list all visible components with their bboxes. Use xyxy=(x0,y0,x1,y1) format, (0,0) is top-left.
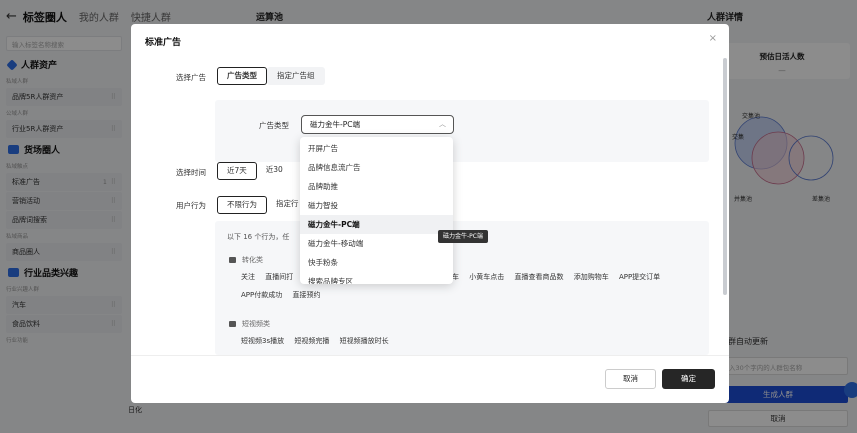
behavior-chip[interactable]: 短视频完播 xyxy=(294,337,329,345)
category-title: 短视频类 xyxy=(242,320,270,328)
option-any-behavior[interactable]: 不限行为 xyxy=(217,196,267,214)
dropdown-option[interactable]: 磁力金牛-移动端 xyxy=(300,234,453,253)
behavior-chips: 短视频3s播放 短视频完播 短视频播放时长 xyxy=(241,336,397,346)
ad-type-dropdown: 开屏广告 品牌信息流广告 品牌助推 磁力智投 磁力金牛-PC端 磁力金牛-移动端… xyxy=(300,137,453,284)
behavior-chip[interactable]: 小黄车点击 xyxy=(469,273,504,281)
chevron-up-icon: ︿ xyxy=(439,120,446,128)
confirm-button[interactable]: 确定 xyxy=(662,369,715,389)
modal-title: 标准广告 xyxy=(145,38,182,48)
ad-type-label: 广告类型 xyxy=(259,121,289,130)
option-30-days[interactable]: 近30 xyxy=(257,162,292,180)
time-label: 选择时间 xyxy=(176,168,206,177)
behavior-chips: 车 小黄车点击 直播查看商品数 添加购物车 APP提交订单 xyxy=(452,272,668,282)
behavior-chip[interactable]: 关注 xyxy=(241,273,255,281)
behavior-chip[interactable]: 添加购物车 xyxy=(574,273,609,281)
category-conversion: 转化类 xyxy=(229,255,263,265)
behavior-chip[interactable]: 车 xyxy=(452,273,459,281)
ad-type-select[interactable]: 磁力金牛-PC端 ︿ xyxy=(301,115,454,134)
behavior-chips: 关注 直播间打 xyxy=(241,272,301,282)
option-tooltip: 磁力金牛-PC端 xyxy=(438,230,488,243)
category-title: 转化类 xyxy=(242,256,263,264)
time-segment: 近7天 近30 xyxy=(217,162,292,180)
behavior-chip[interactable]: 直播间打 xyxy=(265,273,293,281)
ad-type-select-value: 磁力金牛-PC端 xyxy=(310,120,360,129)
behavior-chips: APP付款成功 直接预约 xyxy=(241,290,328,300)
option-7-days[interactable]: 近7天 xyxy=(217,162,257,180)
dropdown-option-selected[interactable]: 磁力金牛-PC端 xyxy=(300,215,453,234)
standard-ad-modal: 标准广告 × 选择广告 广告类型 指定广告组 广告类型 磁力金牛-PC端 ︿ 选… xyxy=(131,24,729,403)
ad-select-segment: 广告类型 指定广告组 xyxy=(217,67,325,85)
cancel-button[interactable]: 取消 xyxy=(605,369,656,389)
video-icon xyxy=(229,321,236,327)
option-ad-group[interactable]: 指定广告组 xyxy=(267,67,325,85)
behavior-chip[interactable]: 直播查看商品数 xyxy=(514,273,563,281)
dropdown-option[interactable]: 快手粉条 xyxy=(300,253,453,272)
dropdown-option[interactable]: 开屏广告 xyxy=(300,139,453,158)
option-ad-type[interactable]: 广告类型 xyxy=(217,67,267,85)
category-short-video: 短视频类 xyxy=(229,319,270,329)
ad-select-label: 选择广告 xyxy=(176,73,206,82)
behavior-label: 用户行为 xyxy=(176,201,206,210)
behavior-segment: 不限行为 指定行 xyxy=(217,196,308,214)
dropdown-option[interactable]: 搜索品牌专区 xyxy=(300,272,453,284)
behavior-chip[interactable]: 直接预约 xyxy=(292,291,320,299)
behavior-intro: 以下 16 个行为，任 xyxy=(227,233,290,241)
behavior-chip[interactable]: 短视频3s播放 xyxy=(241,337,284,345)
dropdown-option[interactable]: 品牌助推 xyxy=(300,177,453,196)
behavior-chip[interactable]: APP提交订单 xyxy=(619,273,660,281)
dropdown-option[interactable]: 磁力智投 xyxy=(300,196,453,215)
ad-type-panel xyxy=(215,100,709,162)
scrollbar[interactable] xyxy=(723,58,727,295)
behavior-chip[interactable]: 短视频播放时长 xyxy=(340,337,389,345)
dropdown-option[interactable]: 品牌信息流广告 xyxy=(300,158,453,177)
behavior-chip[interactable]: APP付款成功 xyxy=(241,291,282,299)
conversion-icon xyxy=(229,257,236,263)
close-icon[interactable]: × xyxy=(709,33,717,44)
